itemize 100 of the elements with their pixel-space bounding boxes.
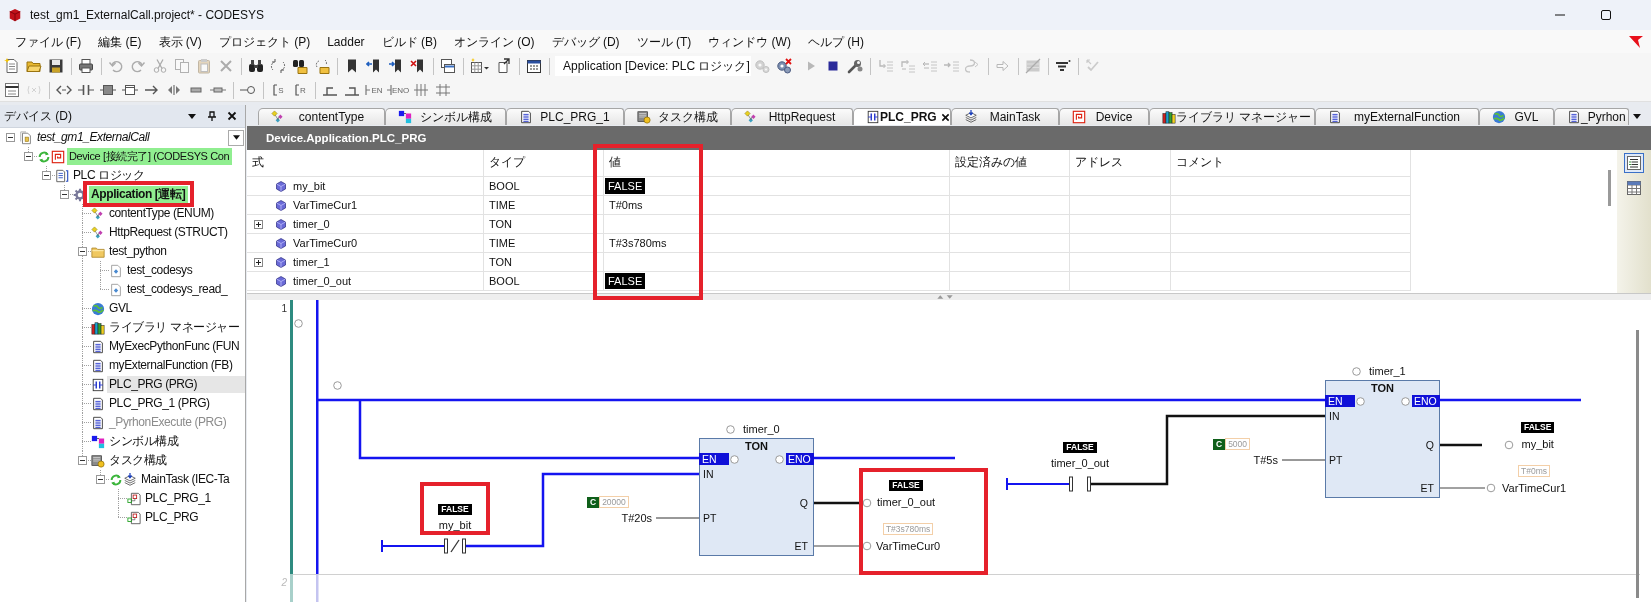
collapse-toggle[interactable]	[5, 133, 15, 142]
editor-tab[interactable]: シンボル構成	[385, 108, 506, 125]
view-toggle[interactable]	[1624, 153, 1644, 173]
function-block[interactable]: TON EN IN PT ENO Q ET	[699, 438, 814, 556]
menu-item[interactable]: 表示 (V)	[150, 32, 211, 51]
menu-item[interactable]: ツール (T)	[628, 32, 700, 51]
collapse-toggle[interactable]	[77, 247, 87, 256]
tree-item[interactable]: MyExecPythonFunc (FUN	[107, 338, 242, 355]
tree-item[interactable]: シンボル構成	[107, 433, 181, 450]
collapse-toggle[interactable]	[95, 475, 105, 484]
pin-icon[interactable]	[207, 111, 217, 121]
collapse-toggle[interactable]	[41, 171, 51, 180]
flag-icon[interactable]	[1629, 35, 1643, 48]
editor-tab[interactable]: GVL	[1479, 108, 1554, 125]
diamond-shapes-icon	[91, 225, 105, 240]
value-text: T#3s780ms	[609, 237, 667, 249]
tree-item[interactable]: Device [接続完了] (CODESYS Con	[67, 148, 233, 165]
tree-item[interactable]: PLC_PRG (PRG)	[107, 376, 245, 393]
pin-label: EN	[1325, 395, 1355, 407]
tree-item[interactable]: PLC_PRG_1	[143, 490, 213, 507]
menu-item[interactable]: プロジェクト (P)	[210, 32, 319, 51]
maximize-icon[interactable]	[1601, 10, 1611, 20]
editor-tab[interactable]: _Pyrhon	[1554, 108, 1629, 125]
editor-tab[interactable]: PLC_PRG_1	[506, 108, 624, 125]
tree-item[interactable]: _PyrhonExecute (PRG)	[107, 414, 229, 431]
list-view-icon	[1627, 156, 1641, 170]
script-page-icon	[109, 282, 123, 297]
view-toggle[interactable]	[1624, 178, 1644, 198]
expand-toggle[interactable]	[254, 219, 263, 229]
output-variable: my_bit	[1521, 438, 1554, 451]
menu-item[interactable]: ヘルプ (H)	[799, 32, 873, 51]
toolbar-button[interactable]: EN	[363, 80, 385, 100]
dotted-arrows-icon	[270, 58, 286, 74]
menu-item[interactable]: オンライン (O)	[445, 32, 544, 51]
column-header[interactable]: コメント	[1176, 154, 1224, 171]
menu-item[interactable]: Ladder	[318, 32, 374, 51]
tree-item[interactable]: test_python	[107, 243, 169, 260]
menu-item[interactable]: 編集 (E)	[89, 32, 150, 51]
variable-icon	[276, 256, 286, 268]
books-icon	[91, 320, 105, 335]
menu-item[interactable]: デバッグ (D)	[543, 32, 629, 51]
tree-item[interactable]: タスク構成	[107, 452, 169, 469]
toolbar-button[interactable]: ENO	[385, 80, 411, 100]
contact-symbol[interactable]	[1069, 476, 1091, 492]
expression-text: VarTimeCur1	[293, 199, 358, 211]
collapse-toggle[interactable]	[23, 152, 33, 161]
editor-tab[interactable]: タスク構成	[624, 108, 731, 125]
editor-tab[interactable]: Device	[1059, 108, 1149, 125]
type-text: BOOL	[489, 275, 520, 287]
tree-dropdown-button[interactable]	[228, 129, 244, 146]
column-header[interactable]: 式	[252, 154, 264, 171]
tree-item[interactable]: ライブラリ マネージャー	[107, 319, 242, 336]
column-header[interactable]: タイプ	[489, 154, 525, 171]
application-selector[interactable]: Application [Device: PLC ロジック]	[555, 56, 751, 76]
menu-item[interactable]: ウィンドウ (W)	[699, 32, 800, 51]
tree-item[interactable]: test_codesys	[125, 262, 195, 279]
column-header[interactable]: 値	[609, 154, 621, 171]
colored-squares-icon	[91, 434, 105, 449]
tree-item[interactable]: PLC_PRG	[143, 509, 201, 526]
collapse-toggle[interactable]	[77, 456, 87, 465]
tree-item[interactable]: test_gm1_ExternalCall	[35, 129, 152, 146]
vertical-scrollbar[interactable]	[1608, 170, 1611, 206]
tree-item[interactable]: contentType (ENUM)	[107, 205, 216, 222]
close-icon[interactable]	[940, 112, 950, 122]
expand-toggle[interactable]	[254, 257, 263, 267]
editor-tab[interactable]: HttpRequest	[731, 108, 853, 125]
document-lines-icon	[1567, 110, 1581, 124]
menu-item[interactable]: ファイル (F)	[6, 32, 90, 51]
tree-item[interactable]: Application [運転]	[89, 186, 189, 203]
editor-tab[interactable]: PLC_PRG	[853, 108, 951, 125]
caret-down-icon[interactable]	[187, 111, 197, 121]
tree-item[interactable]: MainTask (IEC-Ta	[139, 471, 232, 488]
tree-item[interactable]: test_codesys_read_	[125, 281, 230, 298]
column-header[interactable]: 設定済みの値	[955, 154, 1027, 171]
vertical-scrollbar[interactable]	[1636, 330, 1639, 598]
editor-tab[interactable]: MainTask	[951, 108, 1059, 125]
editor-tab[interactable]: myExternalFunction	[1315, 108, 1479, 125]
panel-title: デバイス (D)	[4, 107, 72, 125]
tree-item[interactable]: GVL	[107, 300, 134, 317]
negated-contact-symbol[interactable]	[444, 538, 466, 554]
editor-tab[interactable]: ライブラリ マネージャー	[1149, 108, 1315, 125]
menu-item[interactable]: ビルド (B)	[373, 32, 446, 51]
page-arrow-icon	[496, 58, 512, 74]
watch-list-title: Device.Application.PLC_PRG	[247, 126, 1651, 150]
close-icon[interactable]	[227, 111, 237, 121]
bracket-line-icon	[294, 82, 301, 98]
tree-item[interactable]: HttpRequest (STRUCT)	[107, 224, 230, 241]
tree-item[interactable]: PLC_PRG_1 (PRG)	[107, 395, 212, 412]
editor-tab[interactable]: contentType	[258, 108, 385, 125]
toolbar-button[interactable]: S	[267, 80, 289, 100]
toolbar-button[interactable]: R	[289, 80, 311, 100]
globe-icon	[1492, 110, 1506, 124]
function-block[interactable]: TON EN IN PT ENO Q ET	[1325, 380, 1440, 498]
constant-marker: C	[587, 496, 600, 508]
window-lines-icon	[4, 82, 20, 98]
tree-item[interactable]: myExternalFunction (FB)	[107, 357, 235, 374]
column-header[interactable]: アドレス	[1075, 154, 1123, 171]
tree-item[interactable]: PLC ロジック	[71, 167, 147, 184]
double-triangle-icon	[166, 82, 182, 98]
collapse-toggle[interactable]	[59, 190, 69, 199]
